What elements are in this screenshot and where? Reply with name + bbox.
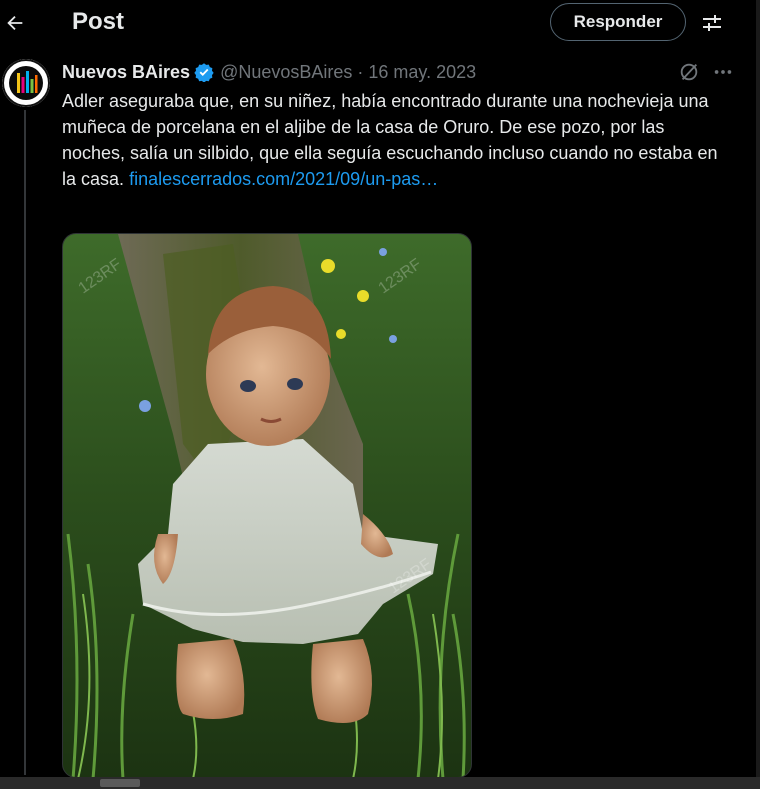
avatar-logo-icon [2, 59, 50, 107]
scrollbar-thumb[interactable] [100, 779, 140, 787]
grok-button[interactable] [677, 60, 701, 84]
back-button[interactable] [2, 8, 28, 38]
avatar[interactable] [2, 59, 50, 107]
thread-line [24, 110, 26, 775]
more-icon [714, 70, 732, 74]
verified-badge [194, 62, 214, 82]
column-border [756, 0, 760, 789]
author-name[interactable]: Nuevos BAires [62, 62, 190, 83]
top-bar: Post Responder [0, 0, 756, 48]
more-button[interactable] [710, 60, 736, 84]
post-text: Adler aseguraba que, en su niñez, había … [62, 88, 722, 192]
page-title: Post [72, 8, 125, 35]
post-meta: Nuevos BAires @NuevosBAires · 16 may. 20… [62, 60, 476, 84]
arrow-left-icon [7, 15, 23, 31]
post-date[interactable]: 16 may. 2023 [368, 62, 476, 83]
sliders-icon [703, 15, 721, 31]
author-handle[interactable]: @NuevosBAires [220, 62, 352, 83]
post-link[interactable]: finalescerrados.com/2021/09/un-pas… [129, 169, 438, 189]
meta-separator: · [357, 61, 364, 82]
grok-icon [680, 63, 698, 81]
filter-button[interactable] [698, 8, 726, 38]
verified-badge-icon [194, 63, 214, 82]
post-image[interactable]: 123RF 123RF 123RF [62, 233, 472, 778]
doll-photo: 123RF 123RF 123RF [63, 234, 471, 777]
reply-button[interactable]: Responder [550, 3, 686, 41]
